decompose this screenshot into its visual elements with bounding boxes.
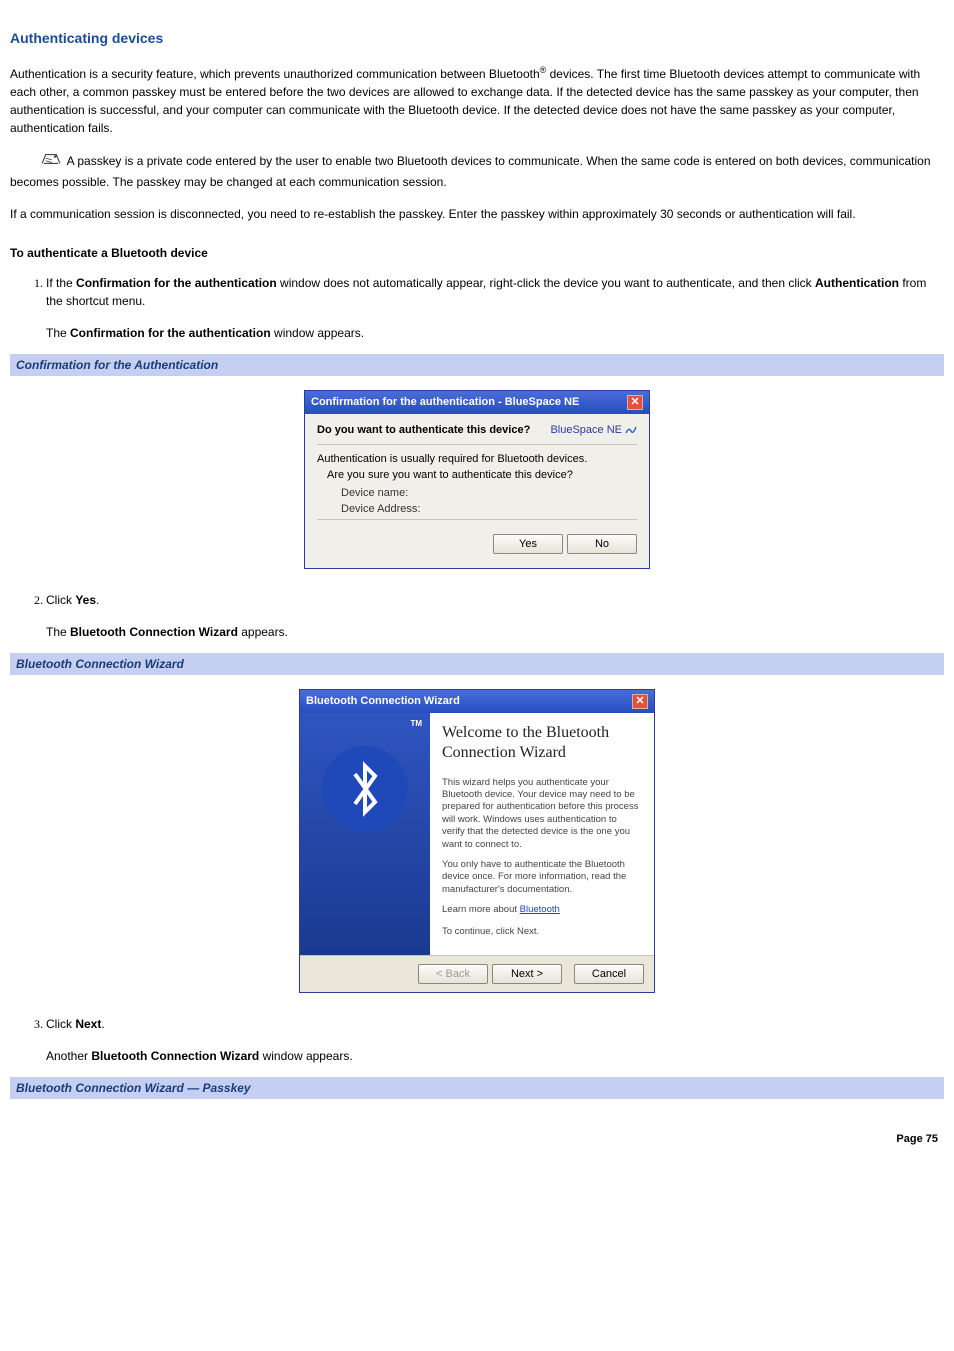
step1-sub-c: window appears. — [271, 326, 364, 340]
page-number: Page 75 — [10, 1133, 944, 1145]
step-3: Click Next. Another Bluetooth Connection… — [46, 1015, 944, 1065]
note-text-1: A passkey is a private code entered by t… — [10, 154, 931, 189]
intro-paragraph: Authentication is a security feature, wh… — [10, 64, 944, 137]
step1-bold-2: Authentication — [815, 276, 899, 290]
cancel-button[interactable]: Cancel — [574, 964, 644, 984]
back-button: < Back — [418, 964, 488, 984]
dialog-title: Confirmation for the authentication - Bl… — [311, 396, 579, 408]
step3-text-c: . — [101, 1017, 104, 1031]
step-1: If the Confirmation for the authenticati… — [46, 274, 944, 342]
note-icon — [40, 151, 62, 173]
device-name-label: Device name: — [327, 487, 637, 499]
next-button[interactable]: Next > — [492, 964, 562, 984]
wizard-p2: You only have to authenticate the Blueto… — [442, 859, 642, 896]
step-2: Click Yes. The Bluetooth Connection Wiza… — [46, 591, 944, 641]
intro-text-a: Authentication is a security feature, wh… — [10, 67, 540, 81]
bluetooth-logo — [322, 746, 408, 832]
step1-text-a: If the — [46, 276, 76, 290]
bluetooth-icon — [343, 758, 387, 820]
confirmation-dialog: Confirmation for the authentication - Bl… — [304, 390, 650, 569]
learn-text: Learn more about — [442, 904, 520, 915]
figure-caption-3: Bluetooth Connection Wizard — Passkey — [10, 1077, 944, 1099]
step1-sub-a: The — [46, 326, 70, 340]
wizard-welcome: Welcome to the Bluetooth Connection Wiza… — [442, 723, 642, 763]
step2-sub-c: appears. — [238, 625, 288, 639]
dialog-titlebar: Confirmation for the authentication - Bl… — [305, 391, 649, 414]
note-paragraph-2: If a communication session is disconnect… — [10, 205, 944, 224]
note-paragraph-1: A passkey is a private code entered by t… — [10, 151, 944, 191]
auth-confirm-question: Are you sure you want to authenticate th… — [327, 469, 637, 481]
device-address-label: Device Address: — [327, 503, 637, 515]
auth-prompt: Do you want to authenticate this device? — [317, 424, 530, 436]
step2-text-c: . — [96, 593, 99, 607]
continue-text: To continue, click Next. — [442, 926, 642, 938]
close-icon[interactable]: ✕ — [627, 395, 643, 410]
step2-sub-b: Bluetooth Connection Wizard — [70, 625, 238, 639]
step3-bold: Next — [75, 1017, 101, 1031]
step3-text-a: Click — [46, 1017, 75, 1031]
wizard-p1: This wizard helps you authenticate your … — [442, 777, 642, 851]
separator — [317, 519, 637, 520]
tm-label: TM — [410, 719, 422, 728]
section-heading: Authenticating devices — [10, 30, 944, 46]
step1-sub-b: Confirmation for the authentication — [70, 326, 271, 340]
step1-text-c: window does not automatically appear, ri… — [277, 276, 815, 290]
step2-sub-a: The — [46, 625, 70, 639]
close-icon[interactable]: ✕ — [632, 694, 648, 709]
wizard-title: Bluetooth Connection Wizard — [306, 695, 460, 707]
brand-label: BlueSpace NE — [550, 424, 637, 436]
bluetooth-link[interactable]: Bluetooth — [520, 904, 560, 915]
auth-info: Authentication is usually required for B… — [317, 453, 637, 465]
wizard-dialog: Bluetooth Connection Wizard ✕ TM Welcome… — [299, 689, 655, 993]
wizard-sidebar: TM — [300, 713, 430, 955]
figure-caption-2: Bluetooth Connection Wizard — [10, 653, 944, 675]
no-button[interactable]: No — [567, 534, 637, 554]
step1-bold-1: Confirmation for the authentication — [76, 276, 277, 290]
wizard-titlebar: Bluetooth Connection Wizard ✕ — [300, 690, 654, 713]
step3-sub-a: Another — [46, 1049, 91, 1063]
figure-caption-1: Confirmation for the Authentication — [10, 354, 944, 376]
step2-bold: Yes — [75, 593, 96, 607]
step3-sub-b: Bluetooth Connection Wizard — [91, 1049, 259, 1063]
step2-text-a: Click — [46, 593, 75, 607]
brand-wave-icon — [625, 424, 637, 436]
sub-heading: To authenticate a Bluetooth device — [10, 246, 944, 260]
brand-text: BlueSpace NE — [550, 424, 622, 436]
step3-sub-c: window appears. — [259, 1049, 352, 1063]
separator — [317, 444, 637, 445]
yes-button[interactable]: Yes — [493, 534, 563, 554]
